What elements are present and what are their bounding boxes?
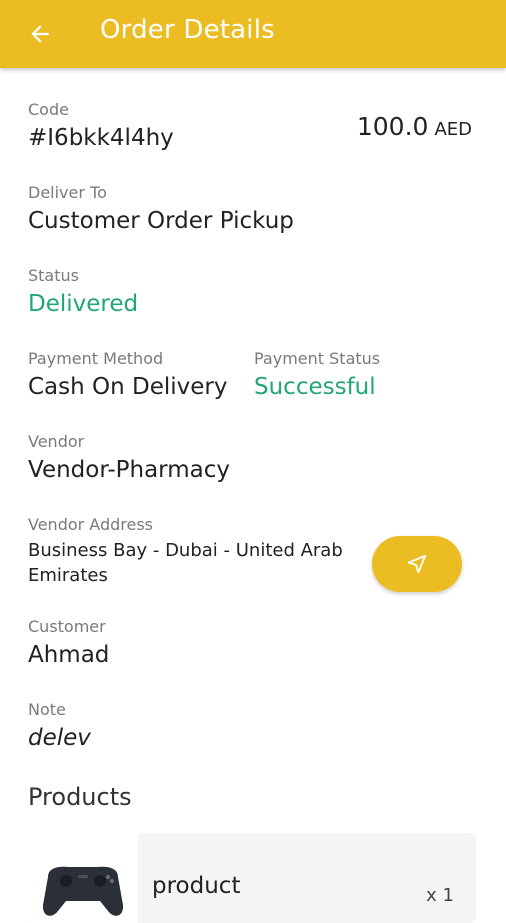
vendor-value: Vendor-Pharmacy — [28, 457, 230, 483]
navigation-icon — [407, 554, 427, 574]
status-value: Delivered — [28, 291, 139, 317]
payment-status-label: Payment Status — [254, 349, 381, 368]
customer-label: Customer — [28, 617, 106, 636]
products-heading: Products — [28, 783, 132, 811]
deliver-to-label: Deliver To — [28, 183, 107, 202]
app-bar: Order Details — [0, 0, 506, 68]
status-label: Status — [28, 266, 79, 285]
navigate-button[interactable] — [372, 536, 462, 592]
payment-method-value: Cash On Delivery — [28, 374, 228, 400]
product-quantity: x 1 — [426, 885, 454, 906]
note-value: delev — [28, 725, 91, 751]
vendor-label: Vendor — [28, 432, 85, 451]
arrow-left-icon — [31, 25, 49, 43]
deliver-to-value: Customer Order Pickup — [28, 208, 294, 234]
product-item[interactable]: product x 1 — [28, 833, 476, 923]
vendor-address-value: Business Bay - Dubai - United Arab Emira… — [28, 540, 343, 586]
currency-label: AED — [434, 119, 472, 140]
payment-method-label: Payment Method — [28, 349, 164, 368]
product-name: product — [152, 873, 241, 899]
page-title: Order Details — [100, 15, 275, 45]
customer-value: Ahmad — [28, 642, 110, 668]
payment-status-value: Successful — [254, 374, 376, 400]
order-code: #I6bkk4l4hy — [28, 125, 174, 151]
vendor-address-label: Vendor Address — [28, 515, 154, 534]
gamepad-image — [42, 866, 124, 916]
amount-value: 100.0 — [356, 112, 429, 141]
order-amount: 100.0 AED — [357, 112, 472, 141]
product-thumbnail — [28, 833, 138, 923]
back-button[interactable] — [22, 16, 58, 52]
code-label: Code — [28, 100, 69, 119]
note-label: Note — [28, 700, 66, 719]
